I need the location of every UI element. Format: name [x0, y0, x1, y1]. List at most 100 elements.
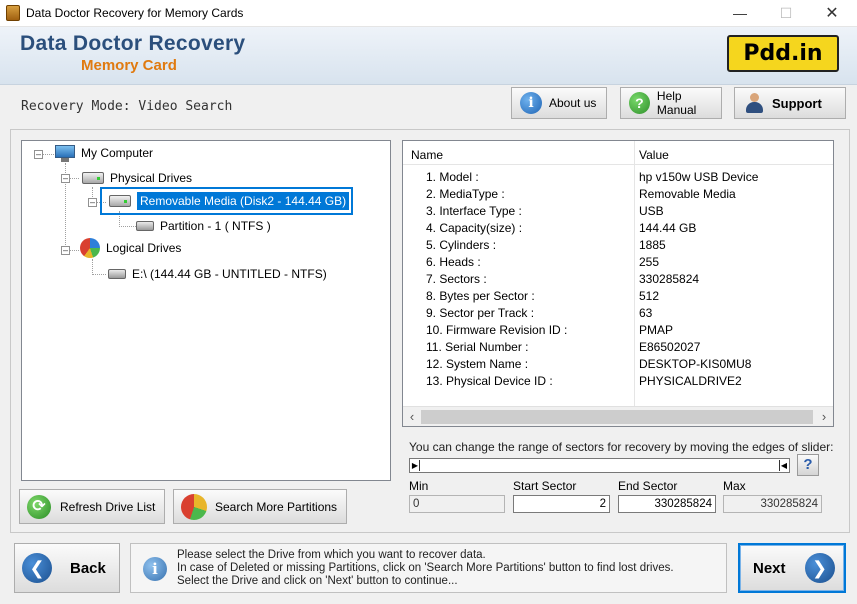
table-row[interactable]: 2. MediaType : Removable Media: [403, 185, 833, 202]
tree-label-volume-e: E:\ (144.44 GB - UNTITLED - NTFS): [132, 267, 327, 281]
table-row[interactable]: 10. Firmware Revision ID : PMAP: [403, 321, 833, 338]
info-line-1: Please select the Drive from which you w…: [177, 549, 486, 561]
window-title: Data Doctor Recovery for Memory Cards: [26, 6, 244, 20]
table-header: Name Value: [403, 141, 833, 165]
mode-bar: Recovery Mode: Video Search i About us ?…: [0, 85, 857, 125]
computer-icon: [55, 144, 75, 162]
table-row[interactable]: 13. Physical Device ID : PHYSICALDRIVE2: [403, 372, 833, 389]
hard-drive-icon: [82, 172, 104, 184]
minimize-button[interactable]: —: [717, 0, 763, 27]
header-banner: Data Doctor Recovery Memory Card Pdd.in: [0, 27, 857, 85]
table-row[interactable]: 8. Bytes per Sector : 512: [403, 287, 833, 304]
property-value: 330285824: [639, 272, 700, 286]
property-value: USB: [639, 204, 664, 218]
column-header-value[interactable]: Value: [639, 148, 669, 162]
max-label: Max: [723, 479, 746, 493]
property-value: 144.44 GB: [639, 221, 697, 235]
removable-drive-icon: [109, 195, 131, 207]
refresh-icon: ⟳: [27, 494, 51, 519]
tree-label-removable-media: Removable Media (Disk2 - 144.44 GB): [137, 192, 350, 210]
info-icon: i: [143, 557, 167, 581]
tree-item-my-computer[interactable]: My Computer: [55, 144, 153, 162]
property-name: 9. Sector per Track :: [426, 306, 535, 320]
next-label: Next: [753, 559, 786, 577]
property-name: 12. System Name :: [426, 357, 529, 371]
property-name: 5. Cylinders :: [426, 238, 497, 252]
scroll-thumb[interactable]: [421, 410, 813, 424]
start-sector-field[interactable]: 2: [513, 495, 610, 513]
back-label: Back: [70, 559, 106, 577]
max-field: 330285824: [723, 495, 822, 513]
start-sector-label: Start Sector: [513, 479, 577, 493]
table-row[interactable]: 12. System Name : DESKTOP-KIS0MU8: [403, 355, 833, 372]
slider-left-handle[interactable]: ▶: [411, 460, 420, 471]
property-value: PMAP: [639, 323, 674, 337]
info-message-box: i Please select the Drive from which you…: [130, 543, 727, 593]
help-manual-button[interactable]: ? Help Manual: [620, 87, 722, 119]
about-us-button[interactable]: i About us: [511, 87, 607, 119]
tree-item-volume-e[interactable]: E:\ (144.44 GB - UNTITLED - NTFS): [108, 265, 327, 283]
app-icon: [6, 5, 20, 21]
back-button[interactable]: ❮ Back: [14, 543, 120, 593]
property-name: 6. Heads :: [426, 255, 481, 269]
info-line-3: Select the Drive and click on 'Next' but…: [177, 575, 458, 587]
tree-item-removable-media[interactable]: Removable Media (Disk2 - 144.44 GB): [100, 187, 354, 215]
property-name: 1. Model :: [426, 170, 479, 184]
volume-drive-icon: [108, 269, 126, 279]
table-row[interactable]: 11. Serial Number : E86502027: [403, 338, 833, 355]
min-field: 0: [409, 495, 505, 513]
tree-label-logical-drives: Logical Drives: [106, 241, 182, 255]
help-manual-label: Help Manual: [656, 89, 697, 117]
partition-pie-icon: [181, 493, 207, 520]
search-more-partitions-button[interactable]: Search More Partitions: [173, 489, 347, 524]
expander-physical-drives[interactable]: –: [61, 174, 70, 183]
tree-item-physical-drives[interactable]: Physical Drives: [82, 169, 192, 187]
property-value: E86502027: [639, 340, 701, 354]
property-name: 11. Serial Number :: [426, 340, 529, 354]
close-button[interactable]: ✕: [809, 0, 855, 27]
property-name: 3. Interface Type :: [426, 204, 522, 218]
tree-label-partition: Partition - 1 ( NTFS ): [160, 219, 271, 233]
table-row[interactable]: 3. Interface Type : USB: [403, 202, 833, 219]
tree-item-logical-drives[interactable]: Logical Drives: [80, 238, 182, 258]
next-button[interactable]: Next ❯: [738, 543, 846, 593]
recovery-mode-label: Recovery Mode: Video Search: [21, 99, 233, 114]
about-us-label: About us: [549, 96, 597, 110]
support-button[interactable]: Support: [734, 87, 846, 119]
property-value: PHYSICALDRIVE2: [639, 374, 742, 388]
drive-tree[interactable]: – – – – My Computer Physical Drives Remo…: [21, 140, 391, 481]
property-value: 63: [639, 306, 653, 320]
expander-removable-media[interactable]: –: [88, 198, 97, 207]
refresh-drive-list-button[interactable]: ⟳ Refresh Drive List: [19, 489, 165, 524]
table-row[interactable]: 4. Capacity(size) : 144.44 GB: [403, 219, 833, 236]
scroll-right-arrow-icon[interactable]: ›: [816, 409, 832, 425]
info-line-2: In case of Deleted or missing Partitions…: [177, 562, 674, 574]
tree-item-partition[interactable]: Partition - 1 ( NTFS ): [136, 217, 271, 235]
maximize-button[interactable]: ☐: [763, 0, 809, 27]
slider-right-handle[interactable]: ◀: [779, 460, 788, 471]
property-value: Removable Media: [639, 187, 736, 201]
horizontal-scrollbar[interactable]: ‹ ›: [403, 406, 833, 426]
sector-range-slider[interactable]: ▶ ◀: [409, 458, 790, 473]
drive-properties-table[interactable]: Name Value 1. Model : hp v150w USB Device…: [402, 140, 834, 427]
tree-label-physical-drives: Physical Drives: [110, 171, 193, 185]
pie-chart-icon: [80, 238, 100, 258]
property-name: 4. Capacity(size) :: [426, 221, 523, 235]
scroll-left-arrow-icon[interactable]: ‹: [404, 409, 420, 425]
property-value: 512: [639, 289, 660, 303]
table-row[interactable]: 1. Model : hp v150w USB Device: [403, 168, 833, 185]
table-row[interactable]: 9. Sector per Track : 63: [403, 304, 833, 321]
slider-help-button[interactable]: ?: [797, 454, 819, 476]
support-label: Support: [772, 95, 822, 111]
column-header-name[interactable]: Name: [411, 148, 443, 162]
end-sector-field[interactable]: 330285824: [618, 495, 716, 513]
expander-logical-drives[interactable]: –: [61, 246, 70, 255]
property-value: hp v150w USB Device: [639, 170, 759, 184]
support-person-icon: [743, 92, 765, 114]
property-value: DESKTOP-KIS0MU8: [639, 357, 752, 371]
table-row[interactable]: 6. Heads : 255: [403, 253, 833, 270]
expander-my-computer[interactable]: –: [34, 150, 43, 159]
property-value: 255: [639, 255, 660, 269]
table-row[interactable]: 5. Cylinders : 1885: [403, 236, 833, 253]
table-row[interactable]: 7. Sectors : 330285824: [403, 270, 833, 287]
